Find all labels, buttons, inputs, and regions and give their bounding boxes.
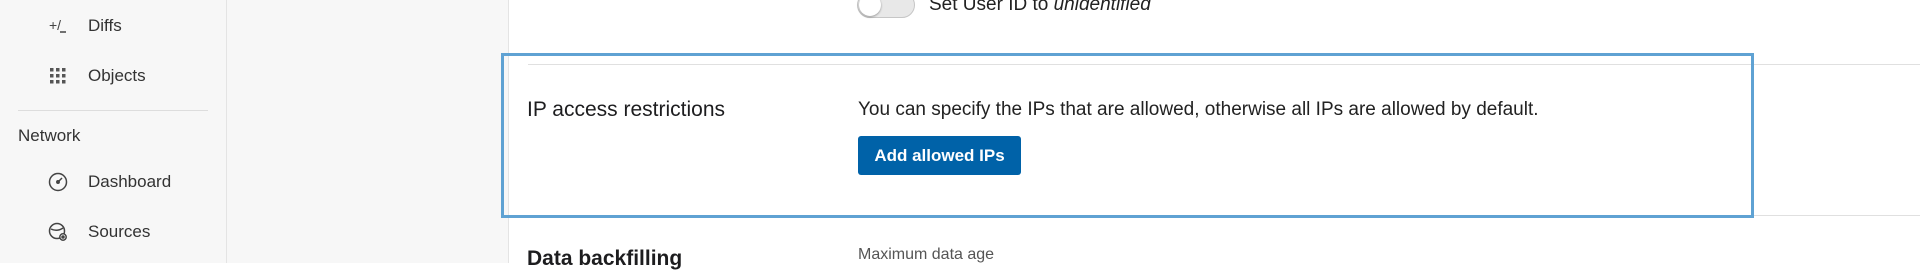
sidebar-item-label: Sources xyxy=(88,222,151,241)
toggle-label-emphasis: unidentified xyxy=(1053,0,1151,15)
grid-icon xyxy=(47,65,69,87)
sidebar-item-dashboard[interactable]: Dashboard xyxy=(47,167,171,197)
sidebar: +/ Diffs Objects Network Dashboard Sourc… xyxy=(0,0,227,263)
sidebar-item-diffs[interactable]: +/ Diffs xyxy=(47,11,122,41)
toggle-label-prefix: Set User ID to xyxy=(929,0,1054,15)
sidebar-item-label: Diffs xyxy=(88,16,122,35)
user-id-toggle-row: Set User ID to unidentified xyxy=(857,0,1151,20)
sidebar-item-label: Dashboard xyxy=(88,172,172,191)
settings-main: Set User ID to unidentified xyxy=(509,0,1920,263)
sidebar-section-title: Network xyxy=(18,126,81,145)
maximum-data-age-label: Maximum data age xyxy=(858,246,995,263)
sidebar-item-objects[interactable]: Objects xyxy=(47,61,146,91)
sidebar-item-sources[interactable]: Sources xyxy=(47,217,150,247)
diff-icon: +/ xyxy=(47,15,69,37)
sidebar-item-label: Objects xyxy=(88,66,146,85)
data-backfilling-title: Data backfilling xyxy=(527,247,683,270)
toggle-knob xyxy=(859,0,881,16)
svg-text:+/: +/ xyxy=(49,17,61,33)
section-divider xyxy=(528,64,1920,65)
ip-restrictions-description: You can specify the IPs that are allowed… xyxy=(858,99,1539,120)
add-allowed-ips-button[interactable]: Add allowed IPs xyxy=(858,136,1021,175)
sidebar-divider xyxy=(18,110,208,111)
user-id-toggle[interactable] xyxy=(857,0,915,18)
ip-restrictions-title: IP access restrictions xyxy=(527,98,726,121)
sources-icon xyxy=(47,221,69,243)
toggle-label: Set User ID to unidentified xyxy=(929,0,1151,16)
section-divider xyxy=(528,215,1920,216)
settings-gutter xyxy=(227,0,509,263)
speedometer-icon xyxy=(47,171,69,193)
